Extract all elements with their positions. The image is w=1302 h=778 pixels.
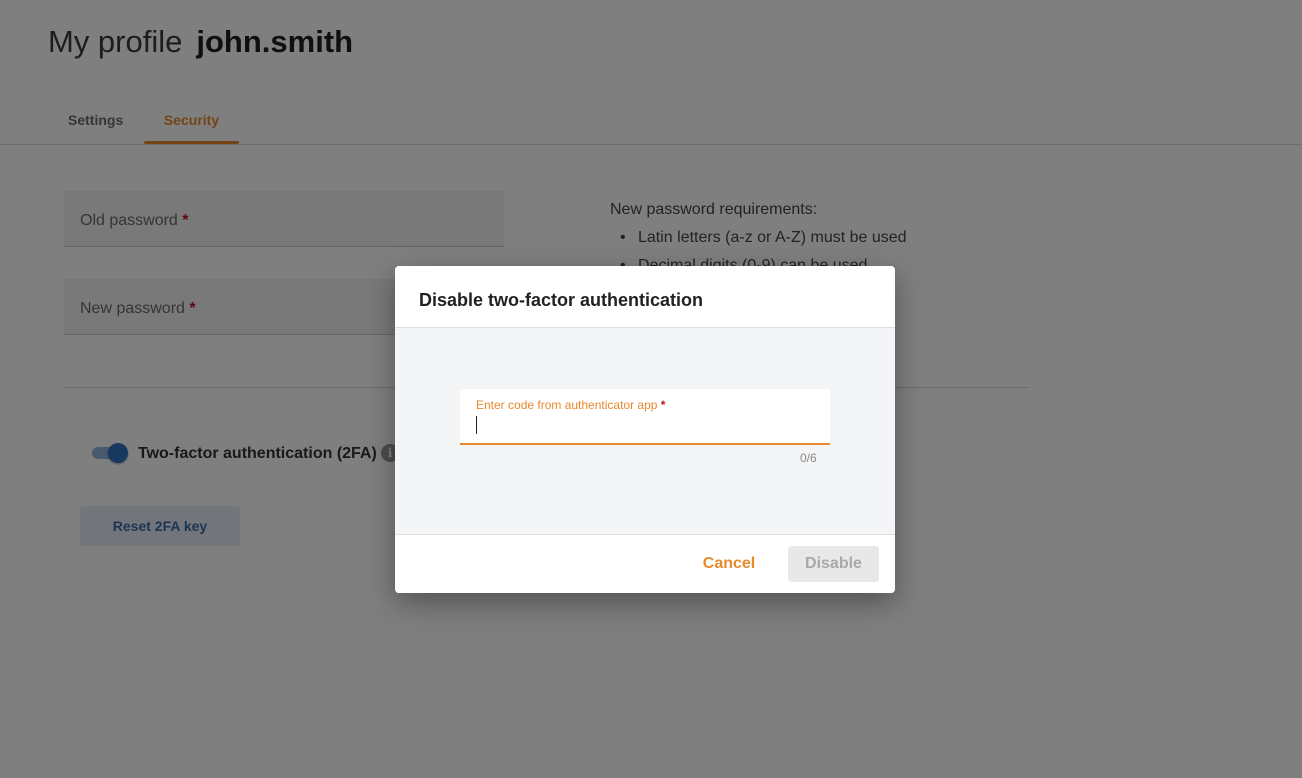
auth-code-label: Enter code from authenticator app * [476, 398, 666, 412]
dialog-body: Enter code from authenticator app * [395, 328, 895, 534]
dialog-footer: Cancel Disable [395, 534, 895, 593]
dialog-title: Disable two-factor authentication [419, 290, 704, 310]
character-counter: 0/6 [800, 451, 817, 465]
disable-button[interactable]: Disable [788, 546, 879, 582]
auth-code-input[interactable] [476, 415, 816, 437]
text-caret [476, 416, 477, 434]
dialog-header: Disable two-factor authentication [395, 266, 895, 328]
disable-2fa-dialog: Disable two-factor authentication Enter … [395, 266, 895, 593]
auth-code-field[interactable]: Enter code from authenticator app * [460, 389, 830, 445]
cancel-button[interactable]: Cancel [695, 546, 763, 582]
